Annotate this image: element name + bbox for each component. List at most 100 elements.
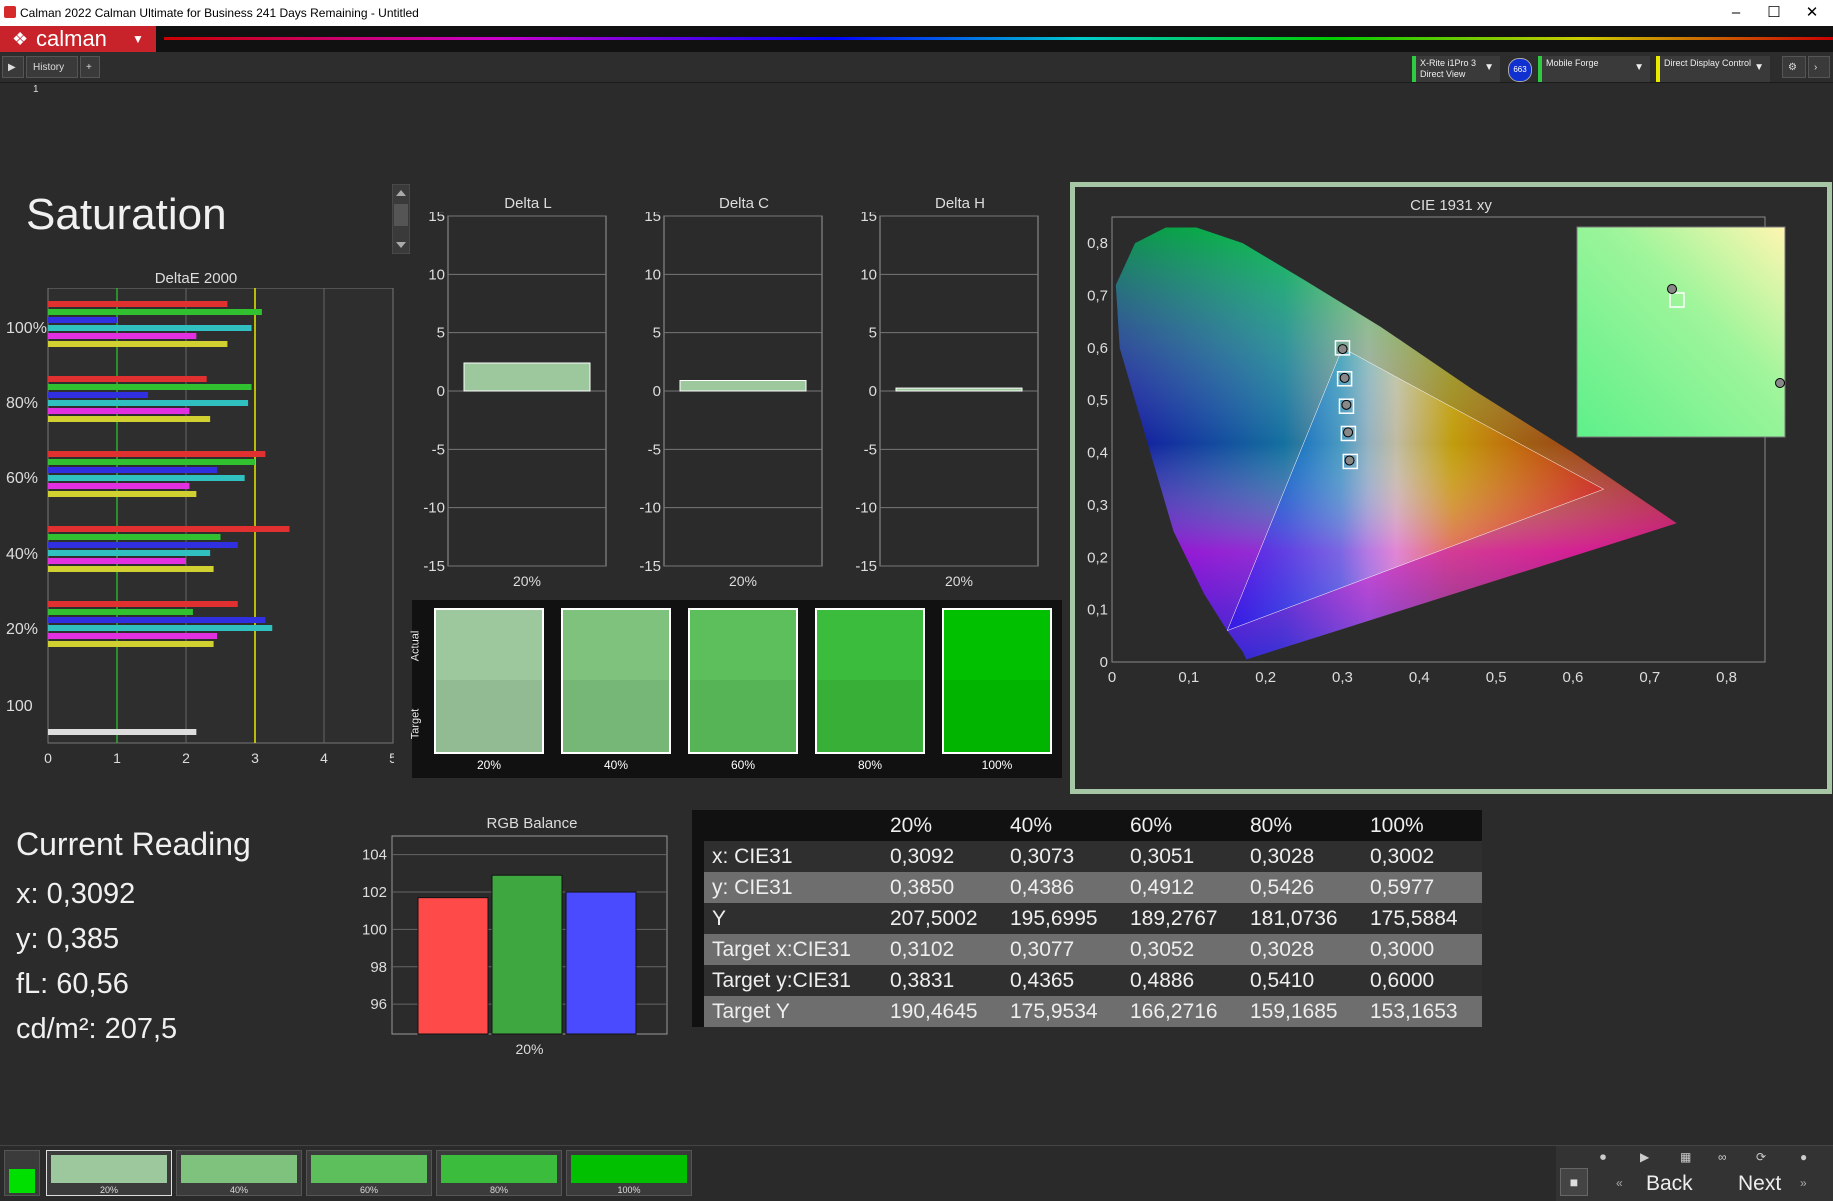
deltae-y-label: 100%	[6, 320, 47, 337]
device-source-label: Mobile Forge	[1546, 58, 1599, 68]
device-source-select[interactable]: Mobile Forge ▼	[1538, 56, 1650, 82]
swatch-tile	[434, 608, 544, 754]
deltae-y-label: 60%	[6, 470, 39, 487]
panel-scroller[interactable]	[392, 184, 410, 254]
delta-h-chart: 15 10 5 0 -5 -10 -15 20%	[855, 212, 1039, 589]
cie-x-tick: 0,3	[1332, 669, 1353, 686]
swatch-tile	[815, 608, 925, 754]
delta-panel-title: Delta C	[718, 195, 770, 212]
back-arrow-icon: «	[1616, 1176, 1623, 1190]
cie-x-tick: 0,5	[1486, 669, 1507, 686]
table-cell: 0,4886	[1122, 965, 1242, 996]
stop-icon[interactable]: ■	[1560, 1168, 1588, 1196]
table-cell: 0,3073	[1002, 841, 1122, 872]
swatch-label: 40%	[603, 758, 629, 772]
swatch-target-half	[817, 680, 923, 752]
rgb-y-tick: 104	[362, 847, 387, 864]
swatch-tile	[942, 608, 1052, 754]
refresh-icon[interactable]: ⟳	[1756, 1150, 1766, 1164]
table-header-row: 20% 40% 60% 80% 100%	[692, 810, 1482, 841]
delta-y-tick: -5	[864, 441, 877, 458]
chevron-down-icon: ▼	[132, 32, 144, 46]
delta-y-tick: 5	[653, 325, 661, 342]
chevron-right-icon[interactable]: ›	[1808, 56, 1830, 78]
deltae-x-tick: 1	[113, 750, 121, 766]
table-cell: 0,3092	[882, 841, 1002, 872]
deltae-bar	[48, 384, 252, 390]
deltae-bar	[48, 729, 197, 735]
close-button[interactable]: ✕	[1790, 2, 1833, 24]
scroll-thumb[interactable]	[394, 204, 408, 226]
delta-y-tick: -10	[855, 500, 877, 517]
table-cell: 195,6995	[1002, 903, 1122, 934]
calman-logo-menu[interactable]: ❖ calman ▼	[0, 26, 156, 52]
bottom-swatch[interactable]: 100%	[566, 1150, 692, 1196]
delta-y-tick: 15	[860, 212, 877, 225]
deltae-bar	[48, 333, 197, 339]
rgb-balance-chart: 104 102 100 98 96 20%	[362, 835, 668, 1057]
cie-x-tick: 0,2	[1255, 669, 1276, 686]
cie-x-tick: 0,1	[1178, 669, 1199, 686]
record-icon[interactable]: ⏺	[1600, 1150, 1606, 1165]
play-icon[interactable]: ▶	[2, 56, 24, 78]
table-row: Y 207,5002 195,6995 189,2767 181,0736 175,588…	[692, 903, 1482, 934]
table-cell: 0,3000	[1362, 934, 1482, 965]
delta-y-tick: -15	[855, 558, 877, 575]
cie-measured-point	[1344, 455, 1355, 466]
delta-y-tick: -15	[639, 558, 661, 575]
delta-c-chart: 15 10 5 0 -5 -10 -15 20%	[639, 212, 823, 589]
bottom-swatch[interactable]: 20%	[46, 1150, 172, 1196]
device-display-select[interactable]: Direct Display Control ▼	[1656, 56, 1770, 82]
table-row: y: CIE31 0,3850 0,4386 0,4912 0,5426 0,5977	[692, 872, 1482, 903]
table-cell: Target x:CIE31	[704, 934, 882, 965]
delta-x-label: 20%	[945, 573, 973, 589]
rgb-bar	[491, 874, 563, 1035]
cie-measured-point	[1343, 427, 1354, 438]
rgb-y-tick: 98	[370, 959, 387, 976]
cie-x-tick: 0,6	[1563, 669, 1584, 686]
deltae-bar	[48, 376, 207, 382]
calculator-icon[interactable]: ▦	[1680, 1150, 1691, 1164]
circle-icon[interactable]: ●	[1800, 1150, 1807, 1164]
delta-y-tick: 10	[860, 266, 877, 283]
deltae-bar	[48, 625, 273, 631]
actual-label: Actual	[409, 630, 422, 662]
add-tab-button[interactable]: +	[80, 56, 100, 78]
delta-bar	[895, 387, 1023, 392]
reading-y: y: 0,385	[16, 923, 120, 955]
table-cell: 0,5410	[1242, 965, 1362, 996]
gear-icon[interactable]: ⚙	[1782, 56, 1806, 78]
actual-label-box: Actual	[409, 622, 434, 670]
delta-l-chart: 15 10 5 0 -5 -10 -15 20%	[423, 212, 607, 589]
tab-history-1[interactable]: History 1	[26, 56, 78, 95]
current-color-tile[interactable]	[4, 1150, 40, 1196]
bottom-swatch-label: 100%	[617, 1185, 641, 1195]
next-button[interactable]: Next	[1738, 1172, 1781, 1196]
swatch-target-half	[436, 680, 542, 752]
bottom-swatch[interactable]: 60%	[306, 1150, 432, 1196]
toolbar: ▶ History 1 + X-Rite i1Pro 3 Direct View…	[0, 52, 1833, 95]
deltae-bar	[48, 301, 228, 307]
cie-panel: CIE 1931 xy 0 0,1 0,2 0,3 0,4 0,5 0,6 0,7 0,8 0 0,…	[1070, 182, 1832, 794]
deltae-x-tick: 5	[389, 750, 394, 766]
bottom-swatch[interactable]: 80%	[436, 1150, 562, 1196]
play-icon[interactable]: ▶	[1640, 1150, 1649, 1164]
back-button[interactable]: Back	[1646, 1172, 1693, 1196]
deltae-bar	[48, 601, 238, 607]
device-badge[interactable]: 663	[1508, 58, 1532, 82]
table-cell: Target Y	[704, 996, 882, 1027]
cie-x-tick: 0	[1108, 669, 1116, 686]
table-cell: 159,1685	[1242, 996, 1362, 1027]
rgb-y-tick: 96	[370, 996, 387, 1013]
cie-y-tick: 0,3	[1087, 497, 1108, 514]
bottom-swatch[interactable]: 40%	[176, 1150, 302, 1196]
deltae-chart: 0 1 2 3 4 5	[44, 288, 394, 766]
device-meter-select[interactable]: X-Rite i1Pro 3 Direct View ▼	[1412, 56, 1500, 82]
table-cell: 0,4912	[1122, 872, 1242, 903]
bottom-swatch-color	[571, 1155, 687, 1183]
table-cell: 0,3002	[1362, 841, 1482, 872]
loop-icon[interactable]: ∞	[1718, 1150, 1727, 1164]
chevron-down-icon: ▼	[1484, 62, 1494, 73]
device-display-label: Direct Display Control	[1664, 58, 1752, 68]
bottom-swatch-color	[51, 1155, 167, 1183]
